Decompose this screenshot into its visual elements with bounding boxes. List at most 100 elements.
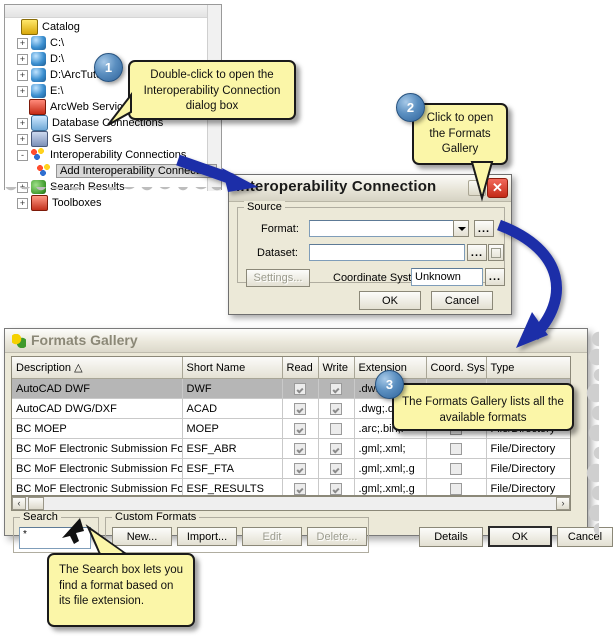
callout-4-bubble: The Search box lets you find a format ba…	[47, 553, 195, 627]
checkbox-icon[interactable]	[294, 422, 306, 435]
tree-expander-spacer	[25, 167, 34, 176]
checkbox-icon[interactable]	[330, 382, 342, 395]
checkbox-icon[interactable]	[450, 462, 462, 475]
dataset-input[interactable]	[309, 244, 465, 261]
gallery-ok-button[interactable]: OK	[488, 526, 552, 547]
cell-description: BC MOEP	[12, 418, 183, 439]
checkbox-icon[interactable]	[450, 482, 462, 495]
checkbox-icon[interactable]	[330, 462, 342, 475]
tree-item-c[interactable]: + C:\	[9, 35, 217, 51]
cell-extension: .gml;.xml;.g	[354, 478, 427, 495]
checkbox-icon[interactable]	[330, 442, 342, 455]
cell-read	[282, 478, 319, 495]
cell-description: BC MoF Electronic Submission Fo	[12, 458, 183, 479]
dialog-titlebar[interactable]: Interoperability Connection ✕	[229, 175, 511, 202]
cell-type: File/Directory	[486, 438, 570, 459]
cell-write	[318, 478, 355, 495]
custom-formats-group-label: Custom Formats	[112, 511, 200, 523]
tree-item-interoperability-connections[interactable]: - Interoperability Connections	[9, 147, 217, 163]
new-format-button[interactable]: New...	[112, 527, 172, 546]
edit-format-button[interactable]: Edit	[242, 527, 302, 546]
checkbox-icon[interactable]	[330, 422, 342, 435]
coordinate-system-browse-button[interactable]: ...	[485, 268, 505, 286]
drive-globe-icon	[31, 84, 46, 99]
tree-item-label: ArcWeb Services	[50, 101, 135, 114]
format-browse-button[interactable]: ...	[474, 220, 494, 237]
table-row[interactable]: BC MoF Electronic Submission Fo ESF_RESUL…	[12, 478, 570, 495]
cell-read	[282, 458, 319, 479]
tree-expander-icon[interactable]: +	[17, 37, 28, 49]
checkbox-icon[interactable]	[294, 482, 306, 495]
column-header-type[interactable]: Type	[486, 357, 570, 379]
cell-write	[318, 378, 355, 399]
dataset-grid-button[interactable]	[488, 244, 504, 261]
arcweb-icon	[29, 99, 46, 116]
tree-item-label: D:\	[50, 53, 65, 66]
coordinate-system-input[interactable]: Unknown	[411, 268, 483, 286]
settings-button[interactable]: Settings...	[246, 269, 310, 287]
callout-2-bubble: Click to open the Formats Gallery	[412, 103, 508, 165]
checkbox-icon[interactable]	[294, 462, 306, 475]
cell-description: AutoCAD DWG/DXF	[12, 398, 183, 419]
tree-expander-icon[interactable]: +	[17, 117, 28, 129]
formats-gallery-titlebar[interactable]: Formats Gallery	[5, 329, 587, 353]
column-header-short-name[interactable]: Short Name	[182, 357, 283, 379]
database-icon	[31, 115, 48, 132]
scroll-right-arrow-icon[interactable]: ›	[556, 497, 570, 510]
callout-2-text: Click to open the Formats Gallery	[426, 112, 494, 156]
scroll-thumb[interactable]	[28, 497, 44, 510]
tree-item-label: Catalog	[42, 21, 80, 34]
dialog-cancel-button[interactable]: Cancel	[431, 291, 493, 310]
cell-coord-sys	[426, 458, 487, 479]
table-row[interactable]: BC MoF Electronic Submission Fo ESF_ABR .g…	[12, 438, 570, 459]
column-header-write[interactable]: Write	[318, 357, 355, 379]
cell-read	[282, 398, 319, 419]
tree-item-gis-servers[interactable]: + GIS Servers	[9, 131, 217, 148]
tree-expander-icon[interactable]: +	[17, 69, 28, 81]
cell-write	[318, 458, 355, 479]
checkbox-icon[interactable]	[294, 382, 306, 395]
grid-icon	[491, 248, 501, 258]
column-header-read[interactable]: Read	[282, 357, 319, 379]
checkbox-icon[interactable]	[450, 442, 462, 455]
catalog-toolbar-strip	[5, 5, 221, 18]
checkbox-icon[interactable]	[294, 402, 306, 415]
checkbox-icon[interactable]	[294, 442, 306, 455]
tree-expander-spacer	[9, 23, 18, 32]
checkbox-icon[interactable]	[330, 482, 342, 495]
formats-gallery-icon	[12, 334, 26, 348]
tree-expander-icon[interactable]: -	[17, 149, 28, 161]
catalog-icon	[21, 19, 38, 36]
import-format-button[interactable]: Import...	[177, 527, 237, 546]
column-header-coord-sys[interactable]: Coord. Sys.	[426, 357, 487, 379]
search-input[interactable]: *	[19, 527, 91, 549]
cell-short-name: DWF	[182, 378, 283, 399]
tree-item-label: C:\	[50, 37, 65, 50]
format-input[interactable]	[309, 220, 469, 237]
tree-expander-icon[interactable]: +	[17, 53, 28, 65]
tree-expander-icon[interactable]: +	[17, 85, 28, 97]
column-header-description[interactable]: Description △	[12, 357, 183, 379]
close-icon[interactable]: ✕	[487, 178, 508, 198]
table-row[interactable]: BC MoF Electronic Submission Fo ESF_FTA .g…	[12, 458, 570, 479]
search-value: *	[23, 529, 27, 540]
cell-read	[282, 438, 319, 459]
torn-paper-edge-right	[583, 329, 599, 535]
format-dropdown-arrow-icon[interactable]	[453, 220, 469, 237]
cell-short-name: ESF_RESULTS	[182, 478, 283, 495]
formats-horizontal-scrollbar[interactable]: ‹ ›	[11, 496, 571, 511]
dataset-browse-button[interactable]: ...	[467, 244, 487, 261]
coordinate-system-value: Unknown	[415, 271, 461, 283]
restore-button[interactable]	[468, 180, 486, 196]
cell-read	[282, 418, 319, 439]
tree-item-label: GIS Servers	[52, 133, 112, 146]
scroll-left-arrow-icon[interactable]: ‹	[12, 497, 26, 510]
delete-format-button[interactable]: Delete...	[307, 527, 367, 546]
details-button[interactable]: Details	[419, 527, 483, 547]
checkbox-icon[interactable]	[330, 402, 342, 415]
tree-item-catalog[interactable]: Catalog	[9, 19, 217, 36]
dialog-ok-button[interactable]: OK	[359, 291, 421, 310]
tree-item-add-interoperability-connection[interactable]: Add Interoperability Connection	[9, 163, 218, 179]
callout-3-badge: 3	[375, 370, 404, 399]
tree-expander-icon[interactable]: +	[17, 133, 28, 145]
